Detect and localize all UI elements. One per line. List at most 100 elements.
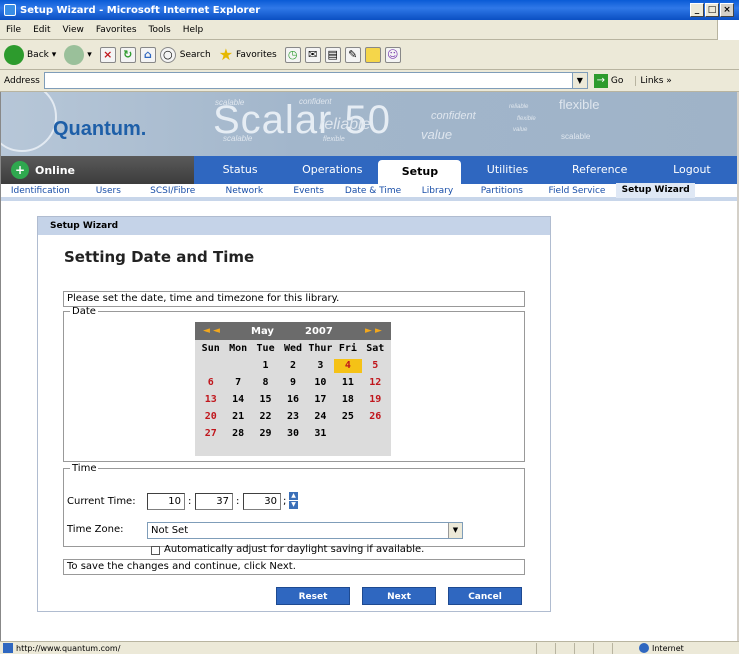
subtab-network[interactable]: Network: [209, 186, 281, 196]
calendar-day[interactable]: 7: [224, 376, 251, 390]
next-month-icon[interactable]: ► ►: [365, 322, 382, 340]
back-label: Back: [27, 49, 49, 60]
calendar-day[interactable]: 17: [307, 393, 334, 407]
calendar-day[interactable]: 21: [224, 410, 251, 424]
calendar-day[interactable]: 18: [334, 393, 361, 407]
browser-toolbar: Back ▾ ▾ × ↻ ⌂ ○ Search ★ Favorites ◷ ✉ …: [0, 40, 739, 70]
menu-help[interactable]: Help: [177, 25, 210, 35]
calendar-day[interactable]: 5: [362, 359, 389, 373]
subtab-date-time[interactable]: Date & Time: [337, 186, 409, 196]
tab-status[interactable]: Status: [194, 156, 286, 184]
calendar-day[interactable]: 27: [197, 427, 224, 441]
calendar-day[interactable]: 28: [224, 427, 251, 441]
subtab-identification[interactable]: Identification: [1, 186, 80, 196]
next-button[interactable]: Next: [362, 587, 436, 605]
menu-edit[interactable]: Edit: [27, 25, 56, 35]
time-separator: :: [236, 496, 240, 507]
seconds-input[interactable]: 30: [243, 493, 281, 510]
stop-icon[interactable]: ×: [99, 46, 116, 63]
calendar-day[interactable]: 3: [307, 359, 334, 373]
time-zone-label: Time Zone:: [67, 524, 124, 535]
calendar-day[interactable]: 2: [279, 359, 306, 373]
calendar-day[interactable]: 30: [279, 427, 306, 441]
ie-icon: [4, 4, 16, 16]
prev-month-icon[interactable]: ◄ ◄: [203, 322, 220, 340]
calendar-day[interactable]: 22: [252, 410, 279, 424]
back-button[interactable]: Back ▾: [4, 44, 56, 65]
address-dropdown-icon[interactable]: ▼: [571, 73, 587, 88]
calendar-day[interactable]: 4: [334, 359, 362, 373]
calendar-day[interactable]: 6: [197, 376, 224, 390]
go-arrow-icon[interactable]: →: [593, 73, 608, 88]
calendar-day[interactable]: 14: [224, 393, 251, 407]
subtab-users[interactable]: Users: [80, 186, 137, 196]
calendar-day[interactable]: 24: [307, 410, 334, 424]
subtab-scsi-fibre[interactable]: SCSI/Fibre: [137, 186, 209, 196]
calendar-day[interactable]: 11: [334, 376, 361, 390]
dst-checkbox[interactable]: [151, 546, 160, 555]
calendar-day[interactable]: 29: [252, 427, 279, 441]
maximize-button[interactable]: □: [705, 3, 719, 17]
calendar-day[interactable]: 26: [362, 410, 389, 424]
calendar-day[interactable]: 20: [197, 410, 224, 424]
minutes-input[interactable]: 37: [195, 493, 233, 510]
forward-button[interactable]: ▾: [64, 44, 92, 65]
favorites-button[interactable]: ★ Favorites: [219, 45, 277, 64]
calendar-day[interactable]: 19: [362, 393, 389, 407]
search-button[interactable]: ○ Search: [159, 46, 211, 63]
mail-icon[interactable]: ✉: [304, 46, 321, 63]
menu-tools[interactable]: Tools: [143, 25, 177, 35]
calendar-day[interactable]: 31: [307, 427, 334, 441]
close-button[interactable]: ×: [720, 3, 734, 17]
tab-setup[interactable]: Setup: [378, 160, 462, 184]
calendar-day[interactable]: 25: [334, 410, 361, 424]
time-spinner[interactable]: ▲ ▼: [289, 492, 298, 509]
tab-operations[interactable]: Operations: [286, 156, 378, 184]
tab-reference[interactable]: Reference: [554, 156, 646, 184]
subtab-setup-wizard[interactable]: Setup Wizard: [616, 183, 696, 198]
spinner-up-icon[interactable]: ▲: [289, 492, 298, 500]
globe-icon: [639, 643, 649, 653]
chevron-down-icon[interactable]: ▼: [448, 523, 462, 538]
menu-view[interactable]: View: [57, 25, 90, 35]
menu-file[interactable]: File: [0, 25, 27, 35]
current-time-label: Current Time:: [67, 496, 136, 507]
hours-input[interactable]: 10: [147, 493, 185, 510]
calendar-day[interactable]: 13: [197, 393, 224, 407]
spinner-down-icon[interactable]: ▼: [289, 501, 298, 509]
reset-button[interactable]: Reset: [276, 587, 350, 605]
calendar-weekday: Fri: [338, 343, 357, 354]
subtab-partitions[interactable]: Partitions: [466, 186, 538, 196]
window-titlebar: Setup Wizard - Microsoft Internet Explor…: [0, 0, 739, 20]
go-button[interactable]: Go: [611, 76, 623, 86]
address-input[interactable]: ▼: [43, 72, 588, 89]
calendar-day[interactable]: 23: [279, 410, 306, 424]
subtab-library[interactable]: Library: [409, 186, 466, 196]
messenger-icon[interactable]: ☺: [384, 46, 401, 63]
calendar: ◄ ◄ May 2007 ► ► Sun Mon Tue Wed Thur Fri Sat 1…: [195, 322, 391, 456]
home-icon[interactable]: ⌂: [139, 46, 156, 63]
cancel-button[interactable]: Cancel: [448, 587, 522, 605]
tab-utilities[interactable]: Utilities: [461, 156, 553, 184]
time-zone-select[interactable]: Not Set ▼: [147, 522, 463, 539]
minimize-button[interactable]: _: [690, 3, 704, 17]
calendar-weekday: Mon: [229, 343, 248, 354]
calendar-day[interactable]: 12: [362, 376, 389, 390]
calendar-day[interactable]: 8: [252, 376, 279, 390]
menu-favorites[interactable]: Favorites: [90, 25, 143, 35]
calendar-day[interactable]: 10: [307, 376, 334, 390]
calendar-day[interactable]: 9: [279, 376, 306, 390]
print-icon[interactable]: ▤: [324, 46, 341, 63]
folder-icon[interactable]: [364, 46, 381, 63]
subtab-field-service[interactable]: Field Service: [538, 186, 617, 196]
refresh-icon[interactable]: ↻: [119, 46, 136, 63]
calendar-day[interactable]: 16: [279, 393, 306, 407]
favorites-label: Favorites: [236, 49, 277, 60]
history-icon[interactable]: ◷: [284, 46, 301, 63]
edit-icon[interactable]: ✎: [344, 46, 361, 63]
tab-logout[interactable]: Logout: [646, 156, 737, 184]
links-button[interactable]: Links »: [635, 75, 672, 86]
subtab-events[interactable]: Events: [280, 186, 337, 196]
calendar-day[interactable]: 1: [252, 359, 279, 373]
calendar-day[interactable]: 15: [252, 393, 279, 407]
